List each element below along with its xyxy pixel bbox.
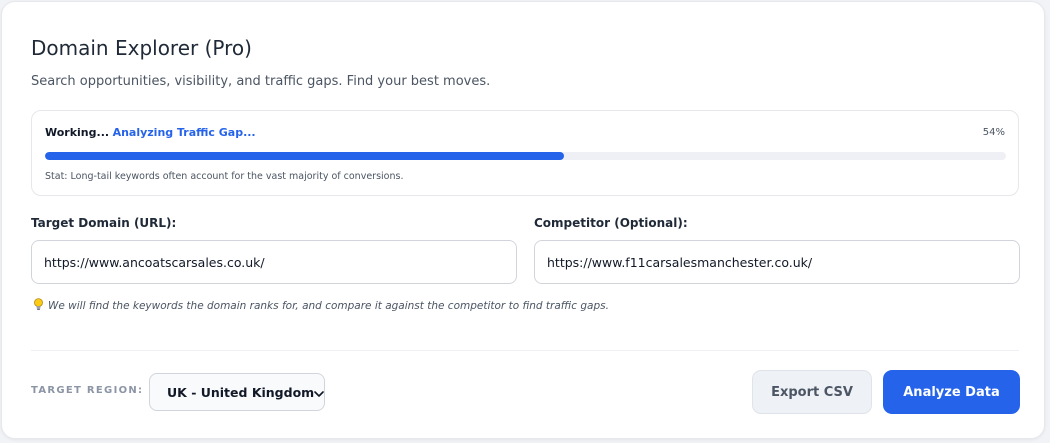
hint-text: We will find the keywords the domain ran… [48,300,609,312]
target-region-value: UK - United Kingdom [167,384,315,400]
hint-text-row: We will find the keywords the domain ran… [33,298,609,314]
section-divider [31,350,1019,351]
progress-status-prefix: Working... [45,126,110,139]
competitor-label: Competitor (Optional): [534,216,688,230]
analyze-data-button[interactable]: Analyze Data [883,370,1020,414]
progress-percent: 54% [982,127,1005,138]
progress-bar [45,152,1006,160]
lightbulb-icon [33,298,44,314]
progress-status: Working... Analyzing Traffic Gap... [45,126,256,139]
progress-bar-fill [45,152,564,160]
page-title: Domain Explorer (Pro) [31,36,252,60]
target-domain-label: Target Domain (URL): [31,216,177,230]
progress-stat: Stat: Long-tail keywords often account f… [45,171,404,182]
progress-panel: Working... Analyzing Traffic Gap... 54% … [31,110,1019,196]
competitor-input[interactable] [534,240,1020,284]
target-region-select[interactable]: UK - United Kingdom [149,373,325,411]
target-region-label: TARGET REGION: [31,385,144,396]
target-domain-input[interactable] [31,240,517,284]
progress-stage: Analyzing Traffic Gap... [112,126,256,139]
domain-explorer-card: Domain Explorer (Pro) Search opportuniti… [1,1,1045,439]
page-subtitle: Search opportunities, visibility, and tr… [31,74,491,89]
export-csv-button[interactable]: Export CSV [752,370,872,414]
chevron-down-icon [314,383,325,402]
